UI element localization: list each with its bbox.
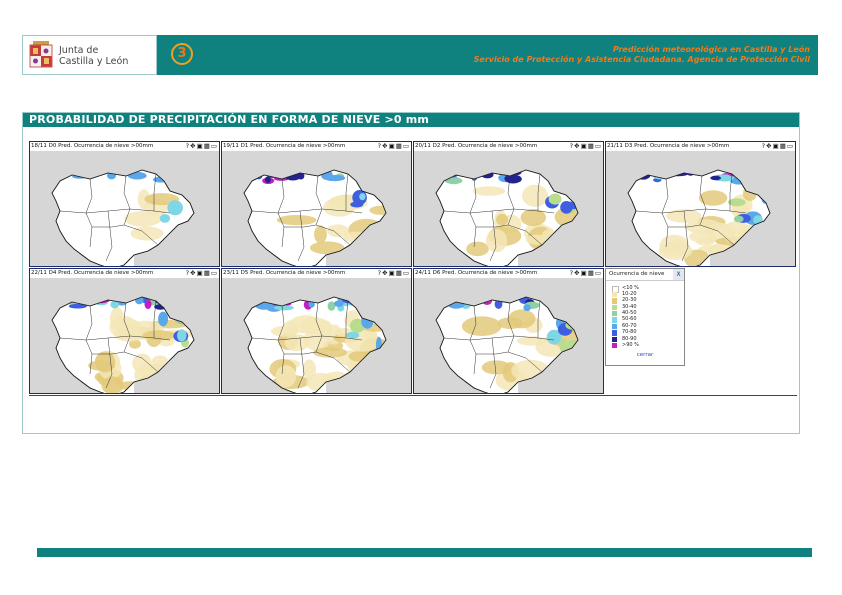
divider (29, 395, 797, 396)
legend-close-link[interactable]: cerrar (606, 352, 684, 358)
legend-swatch (612, 343, 617, 349)
snow-map-2: 20/11 D2 Pred. Ocurrencia de nieve >00mm… (413, 141, 604, 267)
map-tools[interactable]: ?✥▣▦▭ (570, 269, 602, 278)
snow-map-3: 21/11 D3 Pred. Ocurrencia de nieve >00mm… (605, 141, 796, 267)
header-bar: 3 Predicción meteorológica en Castilla y… (157, 35, 818, 75)
legend-swatch (612, 311, 617, 317)
header-title-2: Servicio de Protección y Asistencia Ciud… (473, 55, 810, 64)
legend-swatch (612, 291, 617, 298)
coat-of-arms-icon (29, 41, 53, 68)
snow-map-1: 19/11 D1 Pred. Ocurrencia de nieve >00mm… (221, 141, 412, 267)
legend-swatch (612, 323, 617, 330)
legend-label: >90 % (622, 342, 639, 349)
header-titles: Predicción meteorológica en Castilla y L… (474, 45, 810, 65)
legend-item: >90 % (612, 342, 684, 349)
map-image (222, 151, 411, 266)
map-tools[interactable]: ?✥▣▦▭ (570, 142, 602, 151)
map-tools[interactable]: ?✥▣▦▭ (762, 142, 794, 151)
map-image (414, 278, 603, 393)
map-tools[interactable]: ?✥▣▦▭ (186, 269, 218, 278)
snow-map-0: 18/11 D0 Pred. Ocurrencia de nieve >00mm… (29, 141, 220, 267)
map-tools[interactable]: ?✥▣▦▭ (378, 269, 410, 278)
junta-logo: Junta de Castilla y León (22, 35, 157, 75)
map-image (606, 151, 795, 266)
legend-title: Ocurrencia de nieve X (606, 269, 684, 281)
page-number-badge: 3 (171, 43, 193, 65)
legend-swatch (612, 298, 617, 304)
page-header: Junta de Castilla y León 3 Predicción me… (22, 35, 818, 75)
snow-map-5: 23/11 D5 Pred. Ocurrencia de nieve >00mm… (221, 268, 412, 394)
snow-map-6: 24/11 D6 Pred. Ocurrencia de nieve >00mm… (413, 268, 604, 394)
section-title: PROBABILIDAD DE PRECIPITACIÓN EN FORMA D… (23, 113, 799, 127)
header-title-1: Predicción meteorológica en Castilla y L… (612, 45, 810, 54)
map-image (414, 151, 603, 266)
close-icon[interactable]: X (673, 269, 684, 280)
map-tools[interactable]: ?✥▣▦▭ (378, 142, 410, 151)
logo-line-1: Junta de (59, 45, 99, 56)
legend-swatch (612, 317, 617, 323)
logo-text: Junta de Castilla y León (59, 45, 128, 67)
map-image (30, 151, 219, 266)
legend-popup: Ocurrencia de nieve X <10 % 10-20 20-30 30-40… (605, 268, 685, 366)
legend-swatch (612, 336, 617, 343)
map-image (30, 278, 219, 393)
map-image (222, 278, 411, 393)
logo-line-2: Castilla y León (59, 56, 129, 67)
legend-swatch (612, 304, 617, 311)
map-tools[interactable]: ?✥▣▦▭ (186, 142, 218, 151)
footer-bar (37, 548, 812, 557)
snow-probability-panel: PROBABILIDAD DE PRECIPITACIÓN EN FORMA D… (22, 112, 800, 434)
snow-map-4: 22/11 D4 Pred. Ocurrencia de nieve >00mm… (29, 268, 220, 394)
legend-swatch (612, 330, 617, 336)
